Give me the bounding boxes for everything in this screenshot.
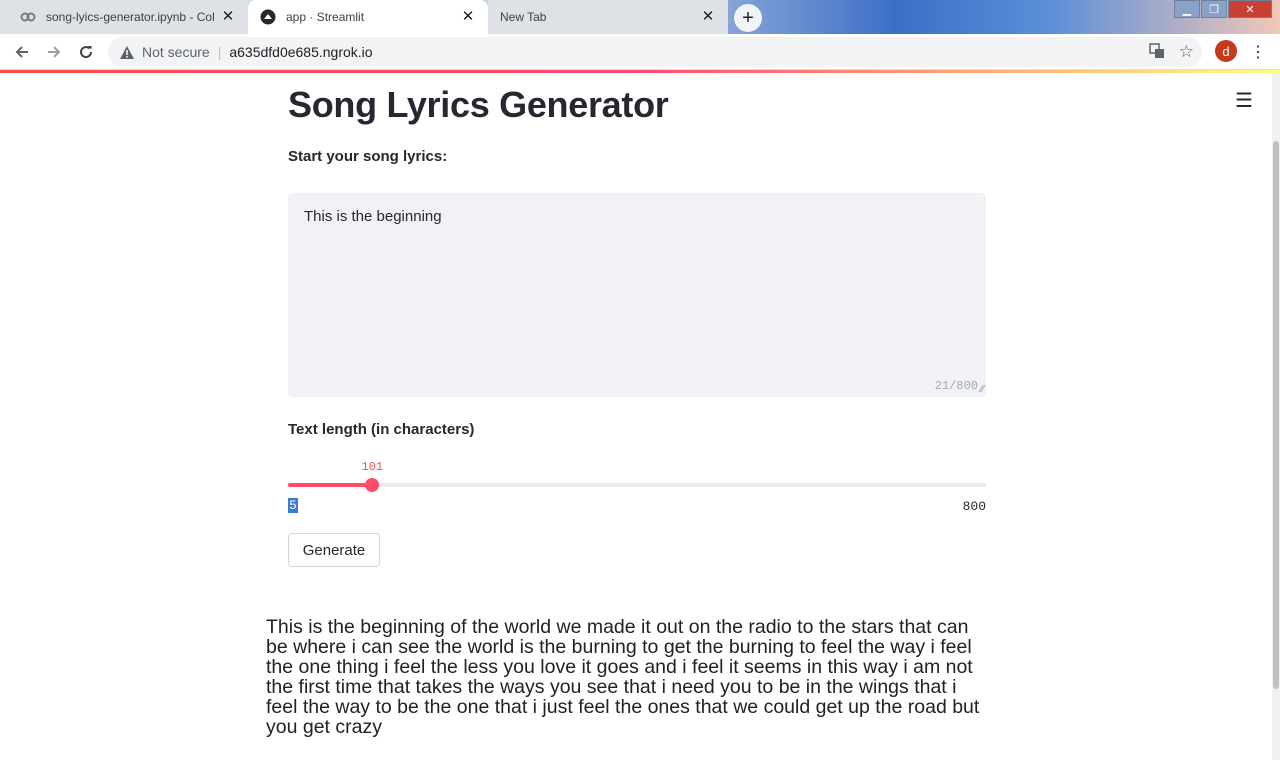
address-separator: | xyxy=(217,44,222,60)
tab-colab[interactable]: song-lyics-generator.ipynb - Cola ✕ xyxy=(8,0,248,34)
char-count: 21/800 xyxy=(934,379,978,393)
minimize-icon[interactable]: ▁ xyxy=(1174,0,1200,18)
slider-max-label: 800 xyxy=(962,499,986,514)
tab-label: song-lyics-generator.ipynb - Cola xyxy=(46,10,214,24)
browser-menu-icon[interactable]: ⋮ xyxy=(1250,40,1266,64)
close-tab-icon[interactable]: ✕ xyxy=(700,9,716,25)
profile-avatar[interactable]: d xyxy=(1215,40,1237,62)
lyrics-textarea[interactable]: This is the beginning 21/800 ⁄⁄ xyxy=(288,193,986,397)
tab-streamlit[interactable]: app · Streamlit ✕ xyxy=(248,0,488,34)
warning-icon[interactable] xyxy=(118,45,136,59)
security-label: Not secure xyxy=(142,44,210,60)
close-tab-icon[interactable]: ✕ xyxy=(220,9,236,25)
tab-label: app · Streamlit xyxy=(286,10,365,24)
tab-label: New Tab xyxy=(500,10,547,24)
address-bar[interactable]: Not secure | a635dfd0e685.ngrok.io ☆ xyxy=(108,37,1202,67)
slider-thumb[interactable] xyxy=(365,478,380,492)
close-tab-icon[interactable]: ✕ xyxy=(460,9,476,25)
translate-icon[interactable] xyxy=(1149,42,1165,62)
colab-icon xyxy=(20,9,36,25)
window-close-icon[interactable]: ✕ xyxy=(1228,0,1272,18)
lyrics-input-label: Start your song lyrics: xyxy=(288,148,448,165)
hamburger-menu-icon[interactable]: ☰ xyxy=(1232,89,1256,112)
scrollbar-thumb[interactable] xyxy=(1273,141,1279,689)
new-tab-button[interactable]: + xyxy=(734,4,762,32)
browser-toolbar: Not secure | a635dfd0e685.ngrok.io ☆ d ⋮ xyxy=(0,34,1280,70)
slider-min-label: 5 xyxy=(288,498,298,513)
generate-button[interactable]: Generate xyxy=(288,533,380,567)
textarea-value: This is the beginning xyxy=(304,208,442,225)
slider-fill xyxy=(288,483,373,487)
generated-lyrics: This is the beginning of the world we ma… xyxy=(266,616,980,738)
streamlit-icon xyxy=(260,9,276,25)
slider-label: Text length (in characters) xyxy=(288,421,475,438)
bookmark-star-icon[interactable]: ☆ xyxy=(1179,42,1194,62)
browser-tab-strip: song-lyics-generator.ipynb - Cola ✕ app … xyxy=(0,0,1280,34)
tab-new-tab[interactable]: New Tab ✕ xyxy=(488,0,728,34)
resize-handle-icon[interactable]: ⁄⁄ xyxy=(981,384,984,395)
back-icon[interactable] xyxy=(10,40,34,64)
text-length-slider[interactable] xyxy=(288,478,986,492)
slider-current-value: 101 xyxy=(361,460,384,474)
streamlit-decoration-bar xyxy=(0,70,1280,73)
url-text: a635dfd0e685.ngrok.io xyxy=(229,44,373,60)
restore-icon[interactable]: ❐ xyxy=(1201,0,1227,18)
page-title: Song Lyrics Generator xyxy=(288,84,669,125)
forward-icon[interactable] xyxy=(42,40,66,64)
reload-icon[interactable] xyxy=(74,40,98,64)
